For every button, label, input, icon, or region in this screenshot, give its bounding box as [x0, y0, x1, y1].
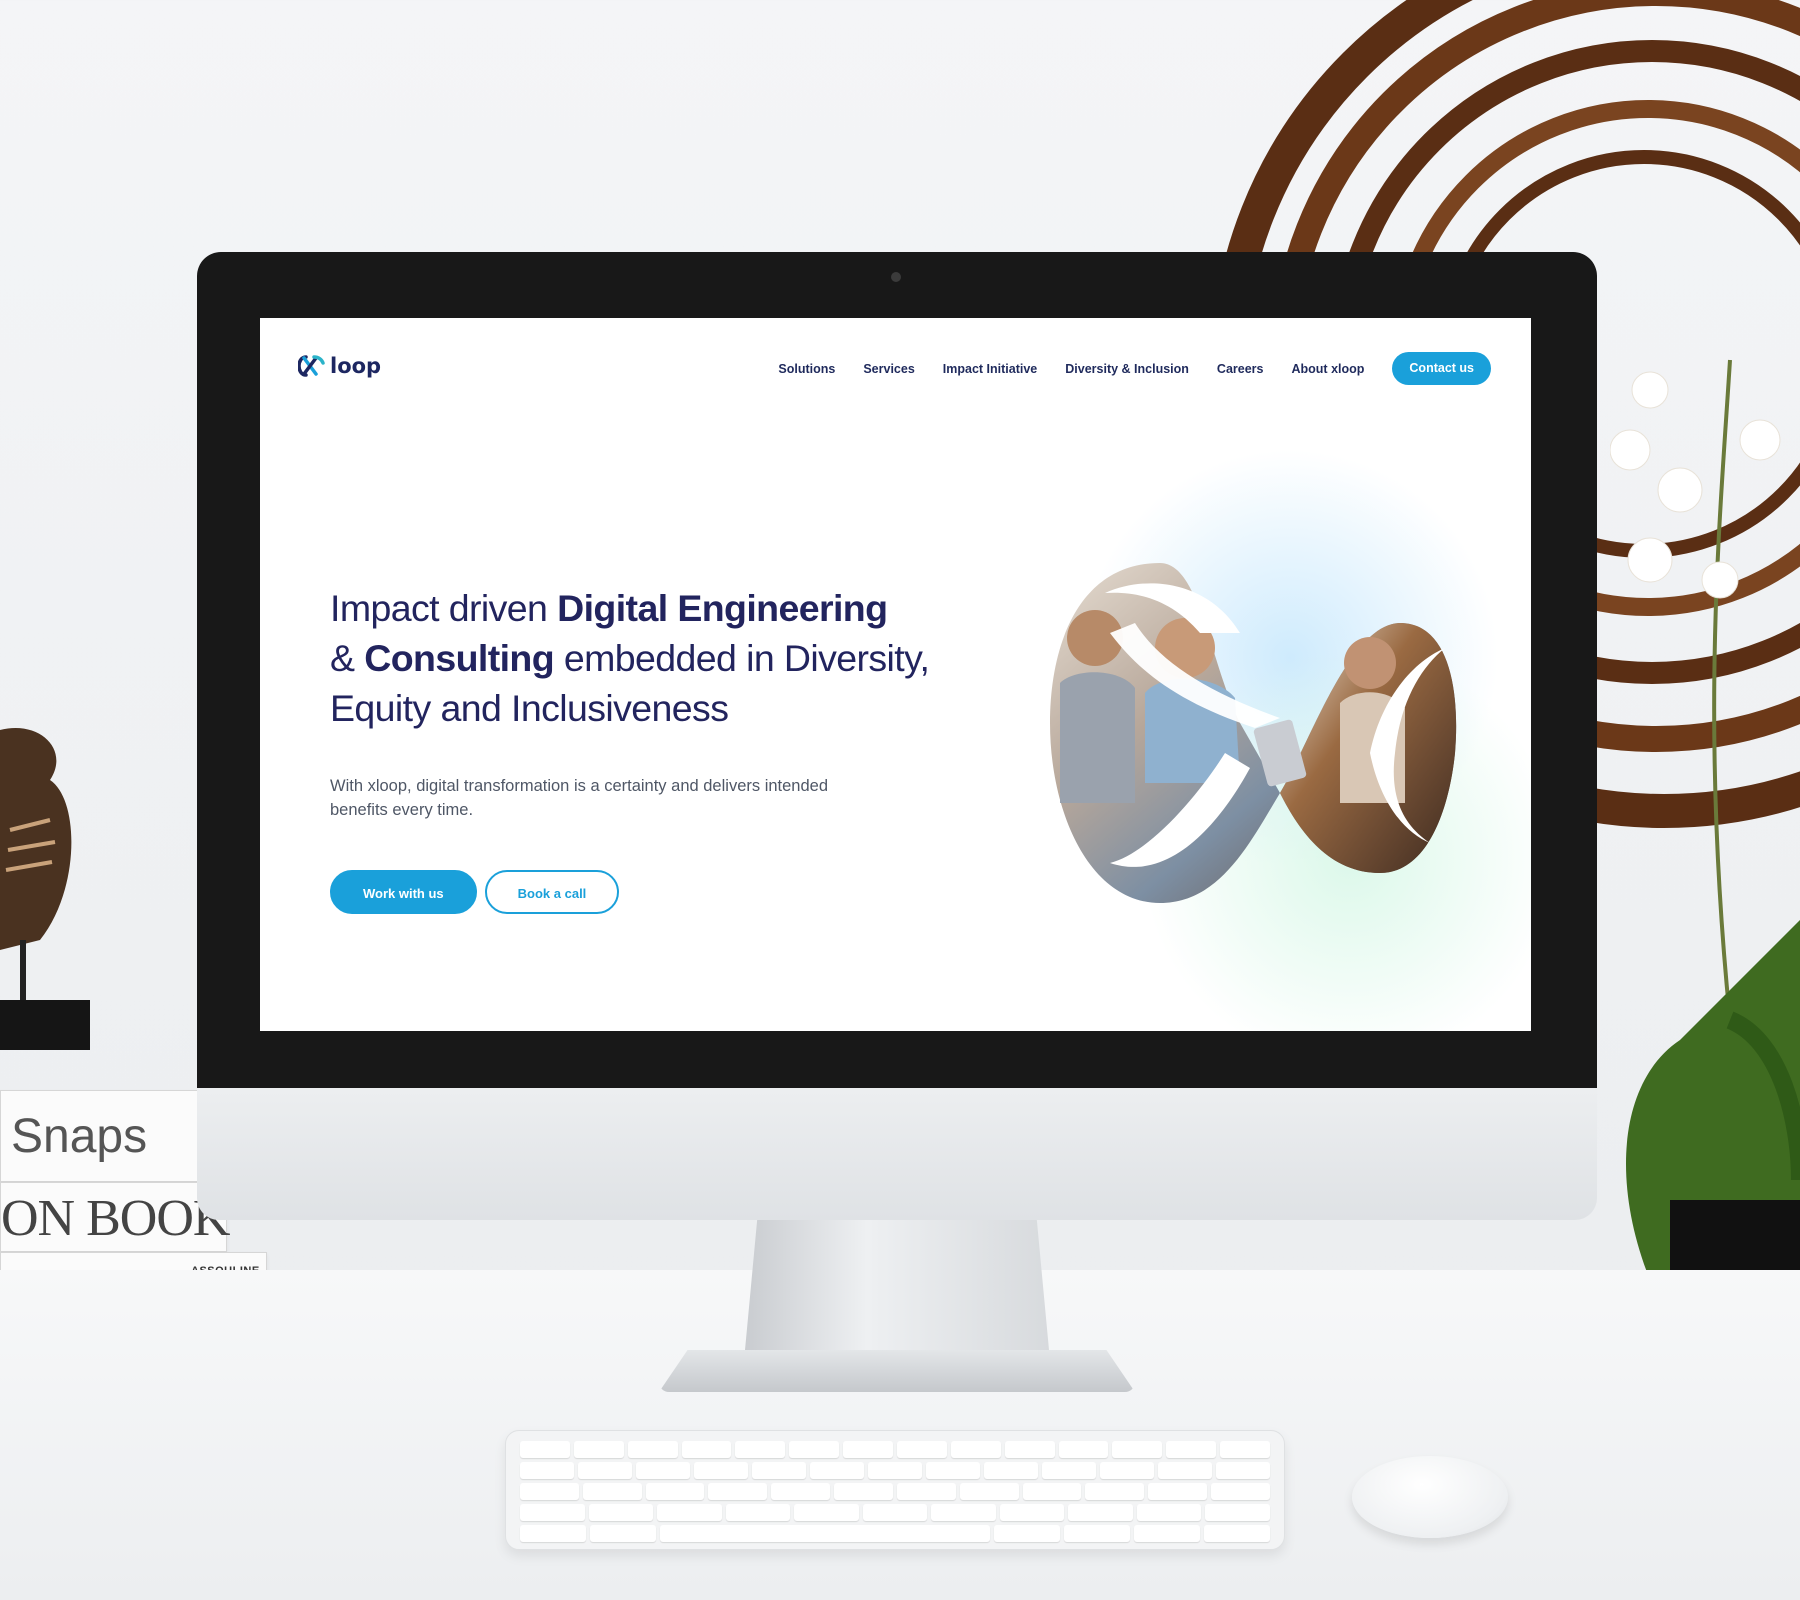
hero-subtitle: With xloop, digital transformation is a …: [330, 777, 829, 819]
nav-item-diversity-inclusion[interactable]: Diversity & Inclusion: [1065, 362, 1189, 376]
contact-us-button[interactable]: Contact us: [1392, 352, 1491, 385]
hero-heading-emphasis: Consulting: [364, 637, 555, 679]
infinity-photo-graphic: [1050, 563, 1457, 903]
hero-actions: Work with us Book a call: [330, 870, 620, 914]
book-title: Snaps: [11, 1110, 148, 1163]
decor-sculpture: [0, 710, 100, 1090]
mouse: [1352, 1456, 1508, 1538]
monitor-stand-base: [659, 1350, 1135, 1392]
nav-item-solutions[interactable]: Solutions: [778, 362, 835, 376]
hero-heading-part: Impact driven: [330, 587, 558, 629]
nav-item-about[interactable]: About xloop: [1292, 362, 1365, 376]
hero-heading: Impact driven Digital Engineering & Consu…: [330, 583, 1010, 733]
monitor-stand: [745, 1220, 1049, 1350]
orchid-plant: [1609, 320, 1800, 1320]
top-navigation: loop Solutions Services Impact Initiativ…: [260, 318, 1531, 418]
logo-wordmark: loop: [330, 354, 382, 378]
website-screen: loop Solutions Services Impact Initiativ…: [260, 318, 1531, 1031]
imac-monitor: loop Solutions Services Impact Initiativ…: [197, 252, 1597, 1392]
camera-icon: [891, 272, 901, 282]
monitor-chin: [197, 1088, 1597, 1220]
xloop-logo[interactable]: loop: [298, 354, 381, 378]
nav-item-careers[interactable]: Careers: [1217, 362, 1264, 376]
nav-item-impact-initiative[interactable]: Impact Initiative: [943, 362, 1037, 376]
keyboard: [505, 1430, 1285, 1550]
book-a-call-button[interactable]: Book a call: [484, 870, 620, 914]
nav-links: Solutions Services Impact Initiative Div…: [750, 352, 1491, 385]
xloop-logo-icon: [298, 355, 325, 377]
monitor-bezel: loop Solutions Services Impact Initiativ…: [197, 252, 1597, 1088]
work-with-us-button[interactable]: Work with us: [330, 870, 477, 914]
hero-heading-emphasis: Digital Engineering: [557, 587, 888, 629]
book-title: ON BOOK: [1, 1190, 230, 1247]
hero-heading-part: &: [330, 637, 365, 679]
nav-item-services[interactable]: Services: [863, 362, 914, 376]
